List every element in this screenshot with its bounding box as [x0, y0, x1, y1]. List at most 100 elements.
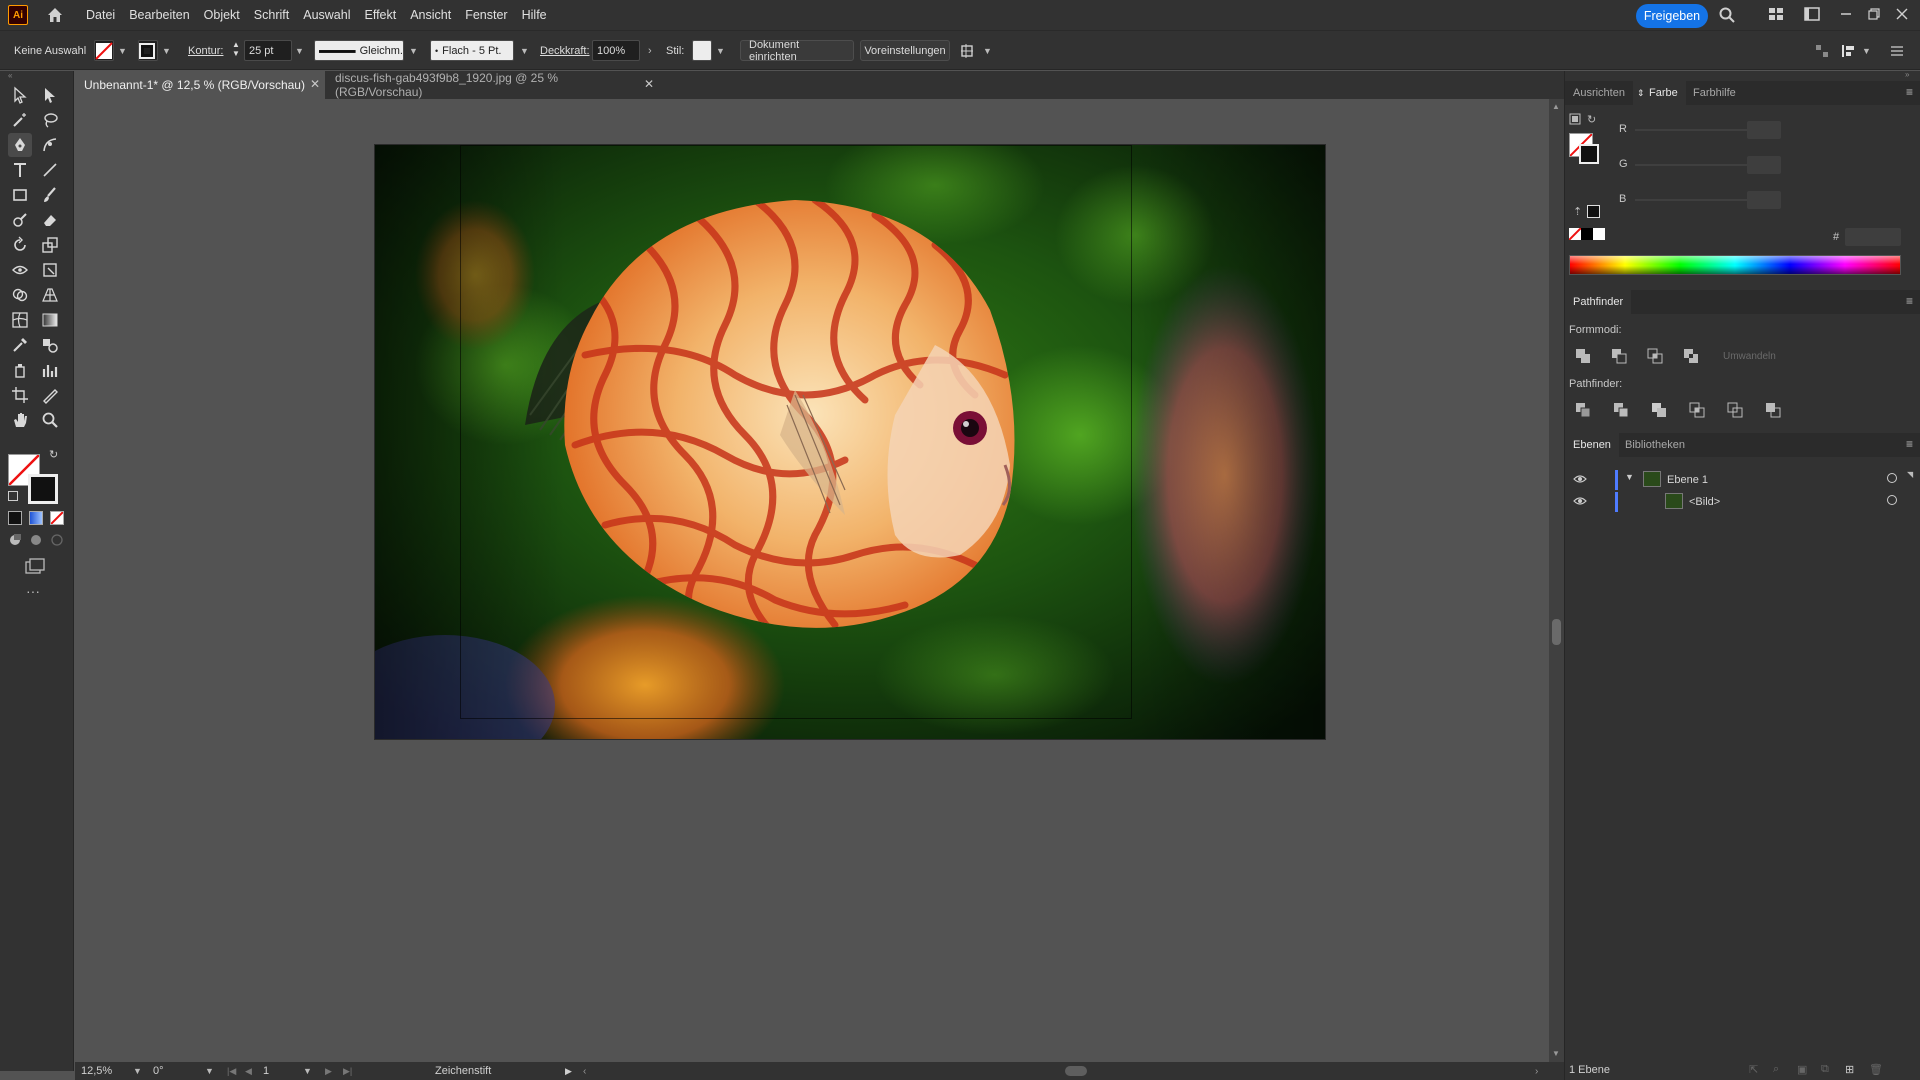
minus-front-icon[interactable] — [1611, 348, 1627, 364]
scroll-up-icon[interactable]: ▲ — [1552, 102, 1560, 111]
free-transform-tool-icon[interactable] — [38, 258, 62, 282]
locate-object-icon[interactable]: ⌕ — [1773, 1063, 1779, 1076]
new-sublayer-icon[interactable]: ⧉ — [1821, 1063, 1829, 1076]
share-button[interactable]: Freigeben — [1636, 4, 1708, 28]
previous-artboard-icon[interactable]: ◀ — [245, 1064, 252, 1078]
minus-back-icon[interactable] — [1765, 402, 1781, 418]
menu-objekt[interactable]: Objekt — [204, 8, 240, 22]
home-icon[interactable] — [44, 4, 66, 26]
swap-fill-stroke-icon[interactable]: ↻ — [49, 448, 58, 461]
tab-ebenen[interactable]: Ebenen — [1565, 433, 1619, 457]
transform-dropdown-icon[interactable]: ▼ — [1862, 40, 1871, 61]
slice-tool-icon[interactable] — [38, 383, 62, 407]
menu-hilfe[interactable]: Hilfe — [522, 8, 547, 22]
column-graph-tool-icon[interactable] — [38, 358, 62, 382]
align-icon[interactable] — [1814, 40, 1830, 61]
stroke-profile-dropdown-icon[interactable]: ▼ — [409, 40, 418, 61]
tab-ausrichten[interactable]: Ausrichten — [1565, 81, 1633, 105]
arrange-documents-icon[interactable] — [1766, 4, 1786, 24]
perspective-grid-tool-icon[interactable] — [38, 283, 62, 307]
scrollbar-thumb[interactable] — [1552, 619, 1561, 645]
stroke-swatch[interactable] — [138, 40, 158, 61]
opacity-expand-icon[interactable]: › — [648, 40, 652, 61]
zoom-level[interactable]: 12,5% — [81, 1064, 131, 1078]
fill-swatch[interactable] — [94, 40, 114, 61]
rotate-tool-icon[interactable] — [8, 233, 32, 257]
zoom-dropdown-icon[interactable]: ▼ — [133, 1064, 142, 1078]
draw-normal-icon[interactable] — [8, 533, 22, 547]
target-circle-icon[interactable] — [1887, 495, 1897, 505]
lasso-tool-icon[interactable] — [38, 108, 62, 132]
unite-icon[interactable] — [1575, 348, 1591, 364]
selection-tool-icon[interactable] — [8, 83, 32, 107]
first-artboard-icon[interactable]: |◀ — [227, 1064, 236, 1078]
channel-b-input[interactable] — [1747, 191, 1781, 209]
channel-g-input[interactable] — [1747, 156, 1781, 174]
document-setup-button[interactable]: Dokument einrichten — [740, 39, 854, 63]
out-of-gamut-icon[interactable]: ⇡ — [1573, 205, 1582, 218]
mesh-tool-icon[interactable] — [8, 308, 32, 332]
rectangle-tool-icon[interactable] — [8, 183, 32, 207]
search-icon[interactable] — [1718, 6, 1736, 24]
layer-row[interactable]: ▼ Ebene 1 — [1565, 469, 1920, 491]
stroke-color-box[interactable] — [28, 474, 58, 504]
color-spectrum[interactable] — [1569, 255, 1901, 275]
last-color-swatch[interactable] — [1587, 205, 1600, 218]
zoom-tool-icon[interactable] — [38, 408, 62, 432]
last-artboard-icon[interactable]: ▶| — [343, 1064, 352, 1078]
curvature-tool-icon[interactable] — [38, 133, 62, 157]
new-layer-icon[interactable]: ⊞ — [1845, 1063, 1854, 1076]
draw-inside-icon[interactable] — [50, 533, 64, 547]
pen-tool-icon[interactable] — [8, 133, 32, 157]
draw-behind-icon[interactable] — [29, 533, 43, 547]
stroke-weight-input[interactable]: 25 pt — [244, 40, 292, 61]
menu-effekt[interactable]: Effekt — [364, 8, 396, 22]
scroll-down-icon[interactable]: ▼ — [1552, 1049, 1560, 1058]
rotation-dropdown-icon[interactable]: ▼ — [205, 1064, 214, 1078]
stroke-profile-select[interactable]: Gleichm. — [314, 40, 404, 61]
stroke-weight-stepper[interactable]: ▲ ▼ — [230, 40, 242, 61]
brush-select[interactable]: • Flach - 5 Pt. — [430, 40, 514, 61]
collapse-toolbar-icon[interactable]: « — [8, 71, 12, 80]
opacity-label[interactable]: Deckkraft: — [540, 40, 590, 61]
default-colors-icon[interactable] — [8, 491, 18, 501]
gamut-icon[interactable] — [1569, 113, 1583, 125]
workspace-switcher-icon[interactable] — [1802, 4, 1822, 24]
fill-dropdown-icon[interactable]: ▼ — [118, 40, 127, 61]
menu-fenster[interactable]: Fenster — [465, 8, 507, 22]
style-swatch[interactable] — [692, 40, 712, 61]
layer-name[interactable]: Ebene 1 — [1667, 474, 1708, 486]
symbol-sprayer-tool-icon[interactable] — [8, 358, 32, 382]
expand-button[interactable]: Umwandeln — [1723, 351, 1783, 362]
none-color-swatch[interactable] — [1568, 227, 1582, 241]
color-mode-icon[interactable] — [8, 511, 22, 525]
menu-auswahl[interactable]: Auswahl — [303, 8, 350, 22]
panel-menu-icon[interactable]: ≡ — [1906, 85, 1913, 99]
menu-ansicht[interactable]: Ansicht — [410, 8, 451, 22]
delete-layer-icon[interactable]: 🗑 — [1869, 1063, 1883, 1076]
outline-icon[interactable] — [1727, 402, 1743, 418]
sublayer-name[interactable]: <Bild> — [1689, 496, 1720, 508]
hex-input[interactable] — [1845, 228, 1901, 246]
scale-tool-icon[interactable] — [38, 233, 62, 257]
style-dropdown-icon[interactable]: ▼ — [716, 40, 725, 61]
tab-discus-fish[interactable]: discus-fish-gab493f9b8_1920.jpg @ 25 % (… — [325, 71, 615, 99]
none-mode-icon[interactable] — [50, 511, 64, 525]
status-menu-icon[interactable]: ▶ — [565, 1064, 572, 1078]
target-circle-icon[interactable] — [1887, 473, 1897, 483]
tab-farbe[interactable]: ⇕ Farbe — [1633, 81, 1686, 105]
close-tab-icon[interactable]: ✕ — [644, 77, 654, 91]
hand-tool-icon[interactable] — [8, 408, 32, 432]
next-artboard-icon[interactable]: ▶ — [325, 1064, 332, 1078]
vertical-scrollbar[interactable]: ▲ ▼ — [1549, 99, 1564, 1062]
intersect-icon[interactable] — [1647, 348, 1663, 364]
stroke-dropdown-icon[interactable]: ▼ — [162, 40, 171, 61]
control-panel-menu-icon[interactable] — [1890, 40, 1904, 61]
tab-unbenannt[interactable]: Unbenannt-1* @ 12,5 % (RGB/Vorschau) — [74, 71, 325, 99]
edit-toolbar-icon[interactable]: ··· — [26, 583, 40, 599]
tab-pathfinder[interactable]: Pathfinder — [1565, 290, 1632, 314]
gradient-tool-icon[interactable] — [38, 308, 62, 332]
h-scroll-left-icon[interactable]: ‹ — [583, 1064, 586, 1078]
blend-tool-icon[interactable] — [38, 333, 62, 357]
visibility-eye-icon[interactable] — [1573, 494, 1587, 511]
